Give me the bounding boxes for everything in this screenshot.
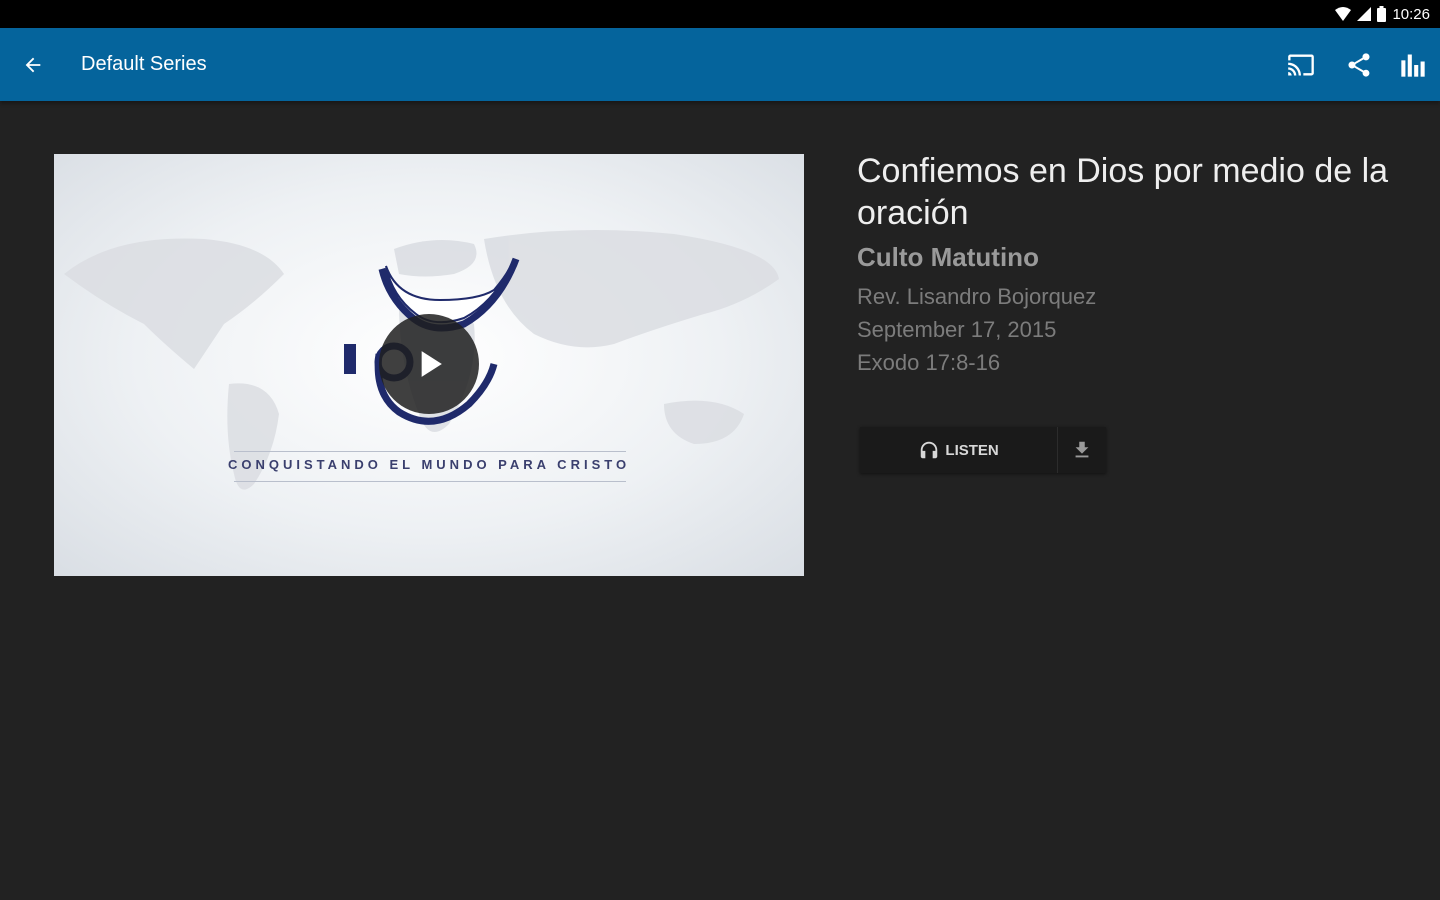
listen-button[interactable]: LISTEN	[860, 427, 1059, 473]
share-icon	[1348, 53, 1370, 77]
app-toolbar: Default Series	[0, 28, 1440, 101]
sermon-passage: Exodo 17:8-16	[857, 350, 1001, 375]
toolbar-title: Default Series	[81, 53, 207, 75]
tagline-divider-top	[234, 451, 626, 452]
sermon-title: Confiemos en Dios por medio de la oració…	[857, 152, 1389, 232]
status-icons: 10:26	[1335, 0, 1430, 28]
stats-button[interactable]	[1392, 44, 1434, 86]
battery-icon	[1377, 6, 1387, 22]
download-button[interactable]	[1058, 427, 1106, 473]
listen-label: LISTEN	[945, 441, 999, 459]
chart-icon	[1401, 54, 1425, 77]
tagline-divider-bottom	[234, 481, 626, 482]
signal-icon	[1357, 7, 1372, 21]
sermon-meta: Rev. Lisandro Bojorquez September 17, 20…	[857, 280, 1397, 379]
status-bar: 10:26	[0, 0, 1440, 28]
sermon-series: Culto Matutino	[857, 242, 1039, 272]
sermon-date: September 17, 2015	[857, 317, 1057, 342]
sermon-speaker: Rev. Lisandro Bojorquez	[857, 284, 1097, 309]
sermon-info: Confiemos en Dios por medio de la oració…	[857, 150, 1397, 379]
cast-icon	[1288, 54, 1314, 76]
back-button[interactable]	[12, 44, 54, 86]
play-icon	[421, 351, 442, 377]
video-thumbnail[interactable]: CONQUISTANDO EL MUNDO PARA CRISTO	[54, 154, 804, 576]
cast-button[interactable]	[1280, 44, 1322, 86]
headphones-icon	[921, 441, 938, 459]
status-time: 10:26	[1392, 5, 1430, 23]
wifi-icon	[1335, 7, 1352, 21]
share-button[interactable]	[1338, 44, 1380, 86]
media-actions: LISTEN	[860, 427, 1106, 473]
thumbnail-tagline: CONQUISTANDO EL MUNDO PARA CRISTO	[227, 457, 631, 472]
play-button[interactable]	[379, 314, 479, 414]
arrow-left-icon	[25, 57, 41, 73]
download-icon	[1075, 441, 1089, 458]
